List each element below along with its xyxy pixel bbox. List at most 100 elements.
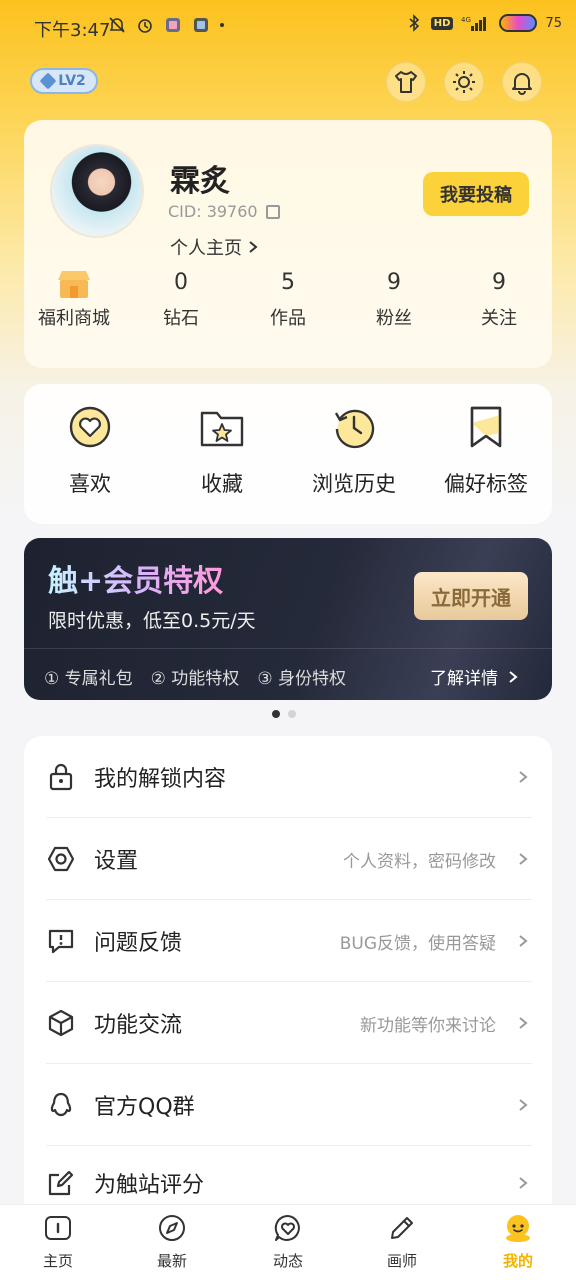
vip-perks: ① 专属礼包 ② 功能特权 ③ 身份特权 <box>44 664 346 689</box>
avatar[interactable] <box>50 144 144 238</box>
status-time: 下午3:47 <box>34 20 111 41</box>
menu-item-feedback[interactable]: 问题反馈 BUG反馈，使用答疑 <box>24 900 552 982</box>
bookmark-icon <box>470 406 502 448</box>
status-bar: 下午3:47 HD 4G 75 <box>0 0 576 56</box>
menu-item-settings[interactable]: 设置 个人资料，密码修改 <box>24 818 552 900</box>
notifications-button[interactable] <box>502 62 542 102</box>
heart-icon <box>69 406 111 448</box>
homepage-link[interactable]: 个人主页 <box>170 234 258 260</box>
sun-icon <box>453 71 475 93</box>
chevron-right-icon <box>509 670 518 683</box>
chevron-right-icon <box>519 935 528 947</box>
vip-subscribe-button[interactable]: 立即开通 <box>414 572 528 620</box>
nav-iconwrap <box>156 1212 188 1244</box>
vip-perk: ② 功能特权 <box>150 669 240 689</box>
menu-item-desc: 个人资料，密码修改 <box>343 851 496 872</box>
carousel-dot[interactable] <box>288 710 296 718</box>
mute-icon <box>109 17 125 33</box>
menu-item-title: 我的解锁内容 <box>94 767 227 792</box>
status-left-icons <box>108 16 224 34</box>
theme-button[interactable] <box>444 62 484 102</box>
shirt-icon <box>395 71 417 93</box>
nav-home[interactable]: 主页 <box>18 1212 98 1271</box>
cid-row[interactable]: CID: 39760 <box>168 202 280 221</box>
cid-text: CID: 39760 <box>168 202 258 221</box>
history-icon <box>334 409 375 449</box>
shop-icon <box>58 271 90 298</box>
menu-item-title: 官方QQ群 <box>94 1095 195 1120</box>
homepage-label: 个人主页 <box>170 238 242 259</box>
stat-diamonds[interactable]: 0 钻石 <box>131 266 231 330</box>
pencil-icon <box>391 1217 413 1239</box>
menu-item-desc: BUG反馈，使用答疑 <box>339 933 496 954</box>
menu-item-feature-discussion[interactable]: 功能交流 新功能等你来讨论 <box>24 982 552 1064</box>
app-notification-icon <box>194 18 208 32</box>
outfit-button[interactable] <box>386 62 426 102</box>
chevron-right-icon <box>519 1017 528 1029</box>
stat-following[interactable]: 9 关注 <box>449 266 549 330</box>
nav-iconwrap <box>386 1212 418 1244</box>
action-history[interactable]: 浏览历史 <box>288 404 420 498</box>
carousel-dot[interactable] <box>272 710 280 718</box>
action-preference-tags[interactable]: 偏好标签 <box>420 404 552 498</box>
action-favorites[interactable]: 收藏 <box>156 404 288 498</box>
bluetooth-icon <box>409 14 419 32</box>
action-label: 浏览历史 <box>312 472 396 496</box>
chevron-right-icon <box>519 771 528 783</box>
nav-iconwrap <box>272 1212 304 1244</box>
level-badge[interactable]: LV2 <box>30 68 98 94</box>
action-iconwrap <box>199 404 245 450</box>
menu-item-desc: 新功能等你来讨论 <box>360 1015 496 1036</box>
stat-fans[interactable]: 9 粉丝 <box>344 266 444 330</box>
status-right: HD 4G 75 <box>405 14 562 32</box>
hd-badge: HD <box>430 16 454 30</box>
action-iconwrap <box>67 404 113 450</box>
level-text: LV2 <box>58 73 86 89</box>
stat-works[interactable]: 5 作品 <box>238 266 338 330</box>
chevron-right-icon <box>519 1177 528 1189</box>
action-iconwrap <box>331 404 377 450</box>
nav-artists[interactable]: 画师 <box>362 1212 442 1271</box>
stat-shop[interactable]: 福利商城 <box>24 266 124 330</box>
stat-value: 0 <box>174 270 188 295</box>
menu-item-title: 问题反馈 <box>94 931 183 956</box>
nav-latest[interactable]: 最新 <box>132 1212 212 1271</box>
heart-chat-icon <box>274 1214 300 1241</box>
stat-label: 粉丝 <box>376 308 412 329</box>
submit-artwork-button[interactable]: 我要投稿 <box>423 172 529 216</box>
menu-item-title: 功能交流 <box>94 1013 183 1038</box>
settings-icon <box>46 844 76 874</box>
edit-icon <box>46 1168 76 1198</box>
signal-icon: 4G <box>461 16 487 31</box>
stat-value: 9 <box>492 270 506 295</box>
username: 霖炙 <box>170 164 230 199</box>
battery-icon <box>499 14 538 32</box>
stat-label: 作品 <box>270 308 306 329</box>
bell-icon <box>512 73 532 95</box>
nav-iconwrap <box>42 1212 74 1244</box>
vip-perk: ③ 身份特权 <box>257 669 346 689</box>
nav-label: 主页 <box>42 1252 73 1270</box>
chevron-right-icon <box>519 1099 528 1111</box>
feedback-icon <box>46 926 76 956</box>
stat-shop-iconwrap <box>24 266 124 300</box>
nav-feed[interactable]: 动态 <box>248 1212 328 1271</box>
action-label: 喜欢 <box>69 472 111 496</box>
cube-icon <box>46 1008 76 1038</box>
lock-icon <box>46 762 76 792</box>
vip-learn-more[interactable]: 了解详情 <box>430 664 518 689</box>
chevron-right-icon <box>249 241 258 253</box>
nav-label: 我的 <box>502 1252 533 1270</box>
menu-item-qq-group[interactable]: 官方QQ群 <box>24 1064 552 1146</box>
copy-icon[interactable] <box>265 204 280 219</box>
action-likes[interactable]: 喜欢 <box>24 404 156 498</box>
menu-item-unlocked-content[interactable]: 我的解锁内容 <box>24 736 552 818</box>
stat-label: 关注 <box>481 308 517 329</box>
vip-divider <box>24 648 552 649</box>
nav-label: 最新 <box>156 1252 187 1270</box>
home-icon <box>45 1216 71 1240</box>
dot-icon <box>220 23 224 27</box>
menu-item-title: 为触站评分 <box>94 1173 205 1198</box>
compass-icon <box>159 1215 185 1241</box>
nav-mine[interactable]: 我的 <box>478 1212 558 1271</box>
